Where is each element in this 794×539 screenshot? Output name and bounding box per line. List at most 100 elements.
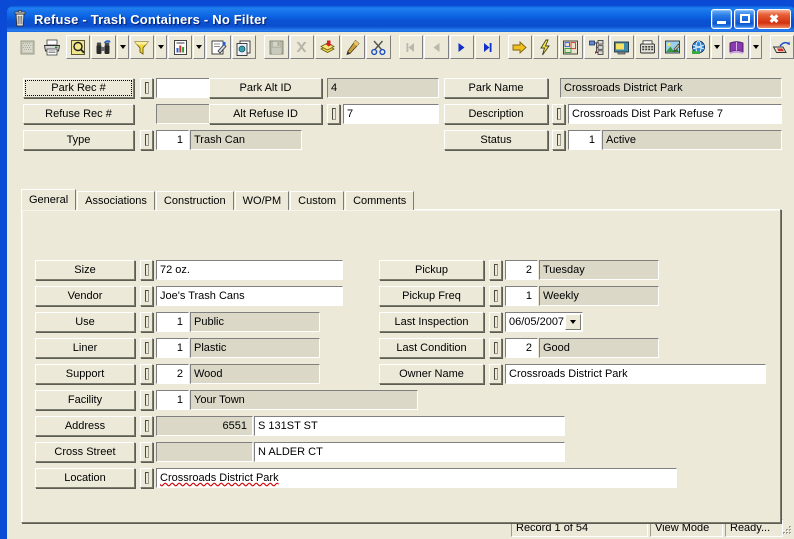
fax-icon[interactable] — [635, 35, 660, 59]
filter-dropdown-button[interactable] — [155, 35, 167, 59]
filter-funnel-icon[interactable] — [129, 35, 155, 59]
description-field[interactable]: Crossroads Dist Park Refuse 7 — [568, 104, 782, 124]
delete-x-icon[interactable] — [289, 35, 315, 59]
liner-lookup-button[interactable] — [140, 338, 153, 358]
liner-label-button[interactable]: Liner — [35, 338, 135, 358]
use-label-button[interactable]: Use — [35, 312, 135, 332]
support-code-field[interactable]: 2 — [156, 364, 189, 384]
tab-custom[interactable]: Custom — [290, 191, 345, 210]
status-label-button[interactable]: Status — [444, 130, 548, 150]
park-rec-label-button[interactable]: Park Rec # — [23, 78, 134, 98]
status-lookup-button[interactable] — [552, 130, 565, 150]
blueprint-icon[interactable] — [558, 35, 584, 59]
last-inspection-label-button[interactable]: Last Inspection — [379, 312, 484, 332]
layers-icon[interactable] — [315, 35, 340, 59]
last-record-icon[interactable] — [475, 35, 500, 59]
pickup-freq-code-field[interactable]: 1 — [505, 286, 538, 306]
vendor-lookup-button[interactable] — [140, 286, 153, 306]
globe-icon[interactable] — [685, 35, 711, 59]
type-lookup-button[interactable] — [140, 130, 153, 150]
type-label-button[interactable]: Type — [23, 130, 134, 150]
last-condition-code-field[interactable]: 2 — [505, 338, 538, 358]
location-label-button[interactable]: Location — [35, 468, 135, 488]
alt-refuse-id-label-button[interactable]: Alt Refuse ID — [209, 104, 322, 124]
tab-wo-pm[interactable]: WO/PM — [234, 191, 290, 210]
pickup-freq-label-button[interactable]: Pickup Freq — [379, 286, 484, 306]
alt-refuse-id-field[interactable]: 7 — [343, 104, 439, 124]
lightning-icon[interactable] — [533, 35, 558, 59]
alt-refuse-id-lookup-button[interactable] — [327, 104, 340, 124]
liner-code-field[interactable]: 1 — [156, 338, 189, 358]
export-icon[interactable] — [769, 35, 794, 59]
description-label-button[interactable]: Description — [444, 104, 548, 124]
previous-record-icon[interactable] — [424, 35, 449, 59]
pickup-lookup-button[interactable] — [489, 260, 502, 280]
monitor-icon[interactable] — [609, 35, 634, 59]
tab-construction[interactable]: Construction — [155, 191, 234, 210]
refuse-rec-label-button[interactable]: Refuse Rec # — [23, 104, 134, 124]
scissors-icon[interactable] — [366, 35, 391, 59]
owner-name-lookup-button[interactable] — [489, 364, 502, 384]
minimize-button[interactable] — [711, 9, 732, 29]
pencil-icon[interactable] — [340, 35, 366, 59]
web-dropdown-button[interactable] — [711, 35, 724, 59]
size-lookup-button[interactable] — [140, 260, 153, 280]
first-record-icon[interactable] — [398, 35, 424, 59]
date-dropdown-button[interactable] — [565, 314, 581, 330]
park-alt-id-label-button[interactable]: Park Alt ID — [209, 78, 322, 98]
park-rec-lookup-button[interactable] — [140, 78, 153, 98]
cross-street-lookup-button[interactable] — [140, 442, 153, 462]
picture-icon[interactable] — [660, 35, 685, 59]
park-name-label-button[interactable]: Park Name — [444, 78, 548, 98]
vendor-field[interactable]: Joe's Trash Cans — [156, 286, 343, 306]
address-label-button[interactable]: Address — [35, 416, 135, 436]
copy-document-icon[interactable] — [231, 35, 257, 59]
location-field[interactable]: Crossroads District Park — [156, 468, 677, 488]
use-code-field[interactable]: 1 — [156, 312, 189, 332]
last-inspection-date-field[interactable]: 06/05/2007 — [505, 312, 583, 332]
description-lookup-button[interactable] — [552, 104, 565, 124]
new-record-icon[interactable] — [15, 35, 40, 59]
print-icon[interactable] — [40, 35, 65, 59]
print-preview-icon[interactable] — [65, 35, 91, 59]
goto-arrow-icon[interactable] — [507, 35, 533, 59]
tab-associations[interactable]: Associations — [77, 191, 155, 210]
type-code-field[interactable]: 1 — [156, 130, 189, 150]
size-label-button[interactable]: Size — [35, 260, 135, 280]
tab-comments[interactable]: Comments — [345, 191, 415, 210]
use-lookup-button[interactable] — [140, 312, 153, 332]
pickup-freq-lookup-button[interactable] — [489, 286, 502, 306]
support-label-button[interactable]: Support — [35, 364, 135, 384]
close-button[interactable]: ✖ — [757, 9, 791, 29]
vendor-label-button[interactable]: Vendor — [35, 286, 135, 306]
status-code-field[interactable]: 1 — [568, 130, 601, 150]
facility-label-button[interactable]: Facility — [35, 390, 135, 410]
size-field[interactable]: 72 oz. — [156, 260, 343, 280]
save-disk-icon[interactable] — [264, 35, 289, 59]
address-lookup-button[interactable] — [140, 416, 153, 436]
pickup-code-field[interactable]: 2 — [505, 260, 538, 280]
next-record-icon[interactable] — [449, 35, 475, 59]
facility-code-field[interactable]: 1 — [156, 390, 189, 410]
support-lookup-button[interactable] — [140, 364, 153, 384]
last-inspection-lookup-button[interactable] — [489, 312, 502, 332]
edit-document-icon[interactable] — [206, 35, 231, 59]
location-lookup-button[interactable] — [140, 468, 153, 488]
cross-street-field[interactable]: N ALDER CT — [254, 442, 565, 462]
maximize-button[interactable] — [734, 9, 755, 29]
owner-name-label-button[interactable]: Owner Name — [379, 364, 484, 384]
last-condition-lookup-button[interactable] — [489, 338, 502, 358]
pickup-label-button[interactable]: Pickup — [379, 260, 484, 280]
last-condition-label-button[interactable]: Last Condition — [379, 338, 484, 358]
tab-general[interactable]: General — [21, 189, 77, 210]
tree-view-icon[interactable] — [584, 35, 609, 59]
cross-street-label-button[interactable]: Cross Street — [35, 442, 135, 462]
book-icon[interactable] — [724, 35, 749, 59]
owner-name-field[interactable]: Crossroads District Park — [505, 364, 766, 384]
help-book-dropdown-button[interactable] — [749, 35, 762, 59]
find-dropdown-button[interactable] — [116, 35, 129, 59]
address-street-field[interactable]: S 131ST ST — [254, 416, 565, 436]
report-icon[interactable] — [167, 35, 193, 59]
report-dropdown-button[interactable] — [193, 35, 206, 59]
find-binoculars-icon[interactable] — [91, 35, 116, 59]
